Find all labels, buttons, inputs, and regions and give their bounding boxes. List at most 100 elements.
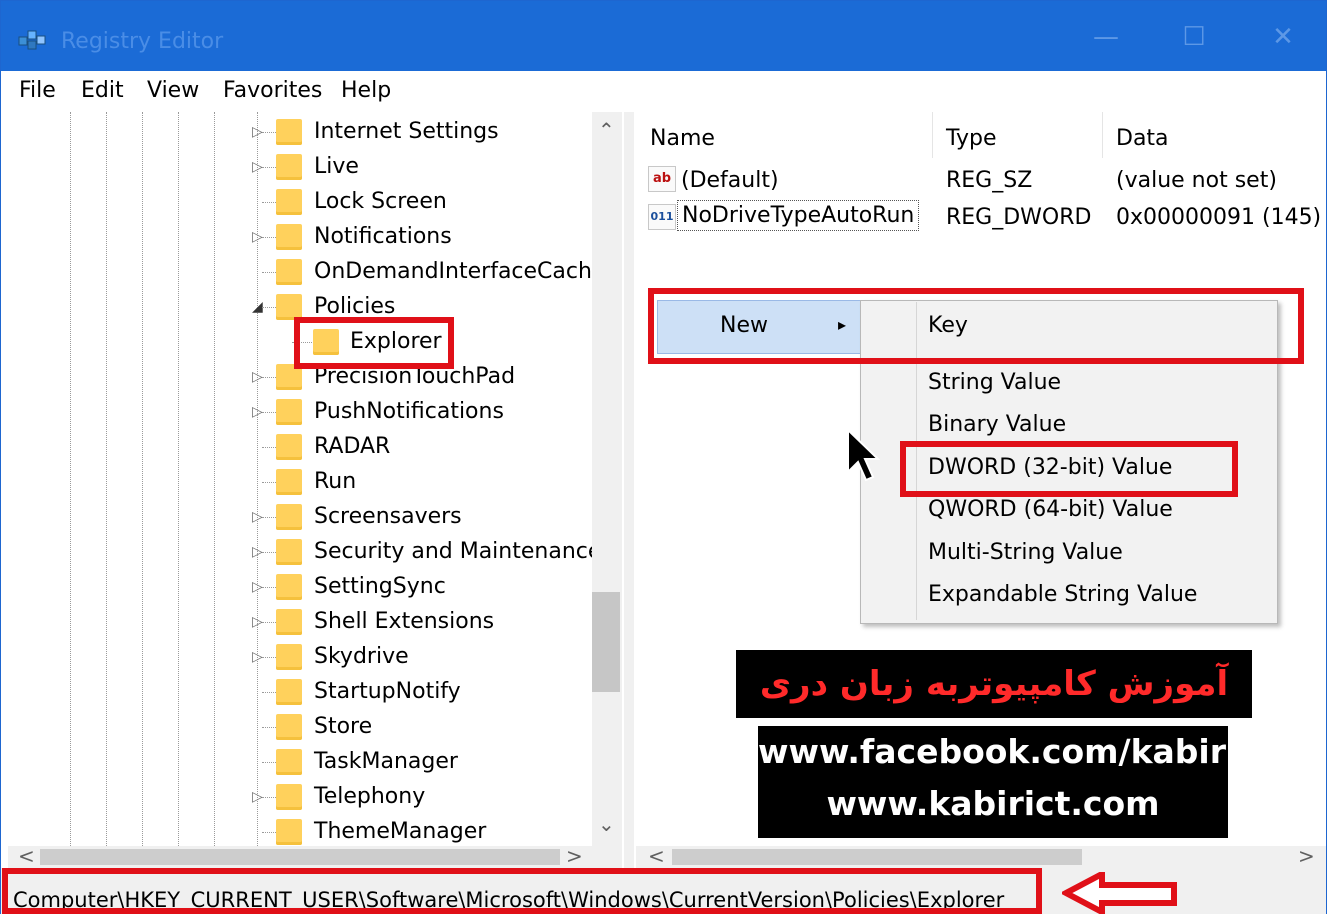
tree-item-live[interactable]: ▷ Live <box>8 150 598 185</box>
tree-item-label: Lock Screen <box>314 189 447 214</box>
registry-tree[interactable]: ▷ Internet Settings ▷ Live Lock Screen ▷… <box>8 112 622 846</box>
folder-icon <box>276 189 302 215</box>
pane-splitter[interactable] <box>624 112 634 868</box>
tree-item-startupnotify[interactable]: StartupNotify <box>8 675 598 710</box>
highlight-box-status-path <box>2 868 1042 914</box>
watermark-facebook-url: www.facebook.com/kabirict <box>758 732 1273 771</box>
tree-item-label: Run <box>314 469 357 494</box>
tree-guide-line <box>262 587 276 588</box>
tree-guide-line <box>262 377 276 378</box>
column-data-header[interactable]: Data <box>1116 126 1169 151</box>
tree-item-label: Live <box>314 154 359 179</box>
folder-icon <box>276 574 302 600</box>
column-type-header[interactable]: Type <box>946 126 997 151</box>
tree-item-label: Store <box>314 714 373 739</box>
binary-value-icon: 011 <box>648 204 676 230</box>
tree-guide-line <box>262 692 276 693</box>
tree-item-internet-settings[interactable]: ▷ Internet Settings <box>8 115 598 150</box>
tree-item-thememanager[interactable]: ThemeManager <box>8 815 598 846</box>
scroll-left-icon[interactable]: < <box>18 844 35 868</box>
menu-bar: File Edit View Favorites Help <box>1 72 1326 112</box>
tree-item-label: Screensavers <box>314 504 462 529</box>
tree-item-telephony[interactable]: ▷ Telephony <box>8 780 598 815</box>
folder-icon <box>276 434 302 460</box>
maximize-button[interactable]: ☐ <box>1174 19 1214 55</box>
value-name[interactable]: (Default) <box>681 168 779 193</box>
window-title: Registry Editor <box>61 29 224 54</box>
left-arrow-icon <box>1062 872 1177 914</box>
folder-icon <box>276 224 302 250</box>
folder-icon <box>276 259 302 285</box>
menu-item-string-value[interactable]: String Value <box>928 370 1061 395</box>
value-type: REG_SZ <box>946 168 1033 193</box>
tree-item-lock-screen[interactable]: Lock Screen <box>8 185 598 220</box>
tree-guide-line <box>262 517 276 518</box>
tree-item-screensavers[interactable]: ▷ Screensavers <box>8 500 598 535</box>
tree-item-store[interactable]: Store <box>8 710 598 745</box>
tree-item-pushnotifications[interactable]: ▷ PushNotifications <box>8 395 598 430</box>
title-bar[interactable]: Registry Editor — ☐ ✕ <box>1 1 1326 71</box>
tree-guide-line <box>262 132 276 133</box>
tree-item-label: Security and Maintenance <box>314 539 602 564</box>
tree-scroll-thumb[interactable] <box>592 592 620 692</box>
tree-vertical-scrollbar[interactable] <box>592 112 622 846</box>
folder-icon <box>276 469 302 495</box>
folder-icon <box>276 609 302 635</box>
tree-item-radar[interactable]: RADAR <box>8 430 598 465</box>
column-name-header[interactable]: Name <box>650 126 715 151</box>
tree-item-label: ThemeManager <box>314 819 487 844</box>
tree-item-label: PushNotifications <box>314 399 504 424</box>
value-type: REG_DWORD <box>946 205 1092 230</box>
menu-item-qword-value[interactable]: QWORD (64-bit) Value <box>928 497 1173 522</box>
watermark-website-url: www.kabirict.com <box>826 784 1160 823</box>
menu-help[interactable]: Help <box>341 78 391 103</box>
menu-view[interactable]: View <box>147 78 199 103</box>
tree-item-label: Shell Extensions <box>314 609 495 634</box>
tree-item-skydrive[interactable]: ▷ Skydrive <box>8 640 598 675</box>
tree-item-shell-extensions[interactable]: ▷ Shell Extensions <box>8 605 598 640</box>
scroll-right-icon[interactable]: > <box>566 844 583 868</box>
menu-edit[interactable]: Edit <box>81 78 124 103</box>
tree-item-taskmanager[interactable]: TaskManager <box>8 745 598 780</box>
tree-guide-line <box>262 727 276 728</box>
scroll-down-icon[interactable]: ⌄ <box>598 812 615 836</box>
value-data: 0x00000091 (145) <box>1116 205 1322 230</box>
tree-guide-line <box>262 447 276 448</box>
minimize-button[interactable]: — <box>1086 19 1126 55</box>
folder-icon <box>276 504 302 530</box>
close-button[interactable]: ✕ <box>1263 19 1303 55</box>
tree-guide-line <box>262 622 276 623</box>
tree-item-label: StartupNotify <box>314 679 461 704</box>
value-name[interactable]: NoDriveTypeAutoRun <box>677 200 920 231</box>
folder-icon <box>276 679 302 705</box>
folder-icon <box>276 399 302 425</box>
tree-item-settingsync[interactable]: ▷ SettingSync <box>8 570 598 605</box>
highlight-box-new-key <box>648 288 1304 364</box>
scroll-up-icon[interactable]: ⌃ <box>598 118 615 142</box>
tree-item-label: TaskManager <box>314 749 458 774</box>
tree-item-label: RADAR <box>314 434 391 459</box>
tree-item-ondemandinterfacecache[interactable]: OnDemandInterfaceCache <box>8 255 605 290</box>
column-separator[interactable] <box>1102 112 1103 158</box>
folder-icon <box>276 819 302 845</box>
column-separator[interactable] <box>932 112 933 158</box>
scroll-left-icon[interactable]: < <box>648 844 665 868</box>
string-value-icon: ab <box>648 166 676 192</box>
tree-item-run[interactable]: Run <box>8 465 598 500</box>
tree-guide-line <box>262 237 276 238</box>
menu-item-multi-string-value[interactable]: Multi-String Value <box>928 540 1123 565</box>
menu-favorites[interactable]: Favorites <box>223 78 322 103</box>
tree-item-security-and-maintenance[interactable]: ▷ Security and Maintenance <box>8 535 602 570</box>
tree-item-label: SettingSync <box>314 574 446 599</box>
watermark-links: www.facebook.com/kabirict www.kabirict.c… <box>758 726 1273 838</box>
folder-icon <box>276 539 302 565</box>
tree-item-notifications[interactable]: ▷ Notifications <box>8 220 598 255</box>
tree-hscroll-thumb[interactable] <box>40 849 560 865</box>
list-hscroll-thumb[interactable] <box>672 849 1082 865</box>
tree-item-label: Policies <box>314 294 396 319</box>
menu-file[interactable]: File <box>19 78 56 103</box>
menu-item-binary-value[interactable]: Binary Value <box>928 412 1066 437</box>
folder-icon <box>276 749 302 775</box>
scroll-right-icon[interactable]: > <box>1298 844 1315 868</box>
menu-item-expandable-string-value[interactable]: Expandable String Value <box>928 582 1197 607</box>
